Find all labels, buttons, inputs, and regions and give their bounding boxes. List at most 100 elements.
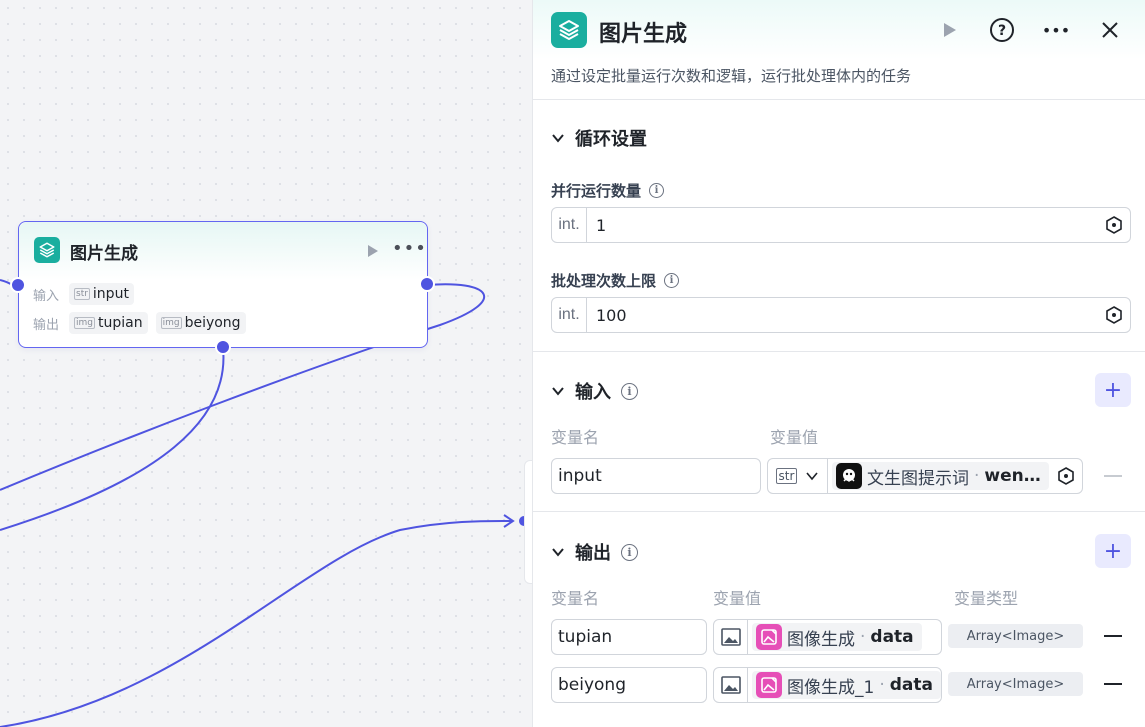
output-col-value: 变量值 [713, 589, 762, 608]
stepper-icon[interactable] [1056, 466, 1076, 486]
output-var-name: beiyong [184, 315, 241, 331]
next-node-edge[interactable] [524, 460, 532, 584]
plus-icon: + [1103, 377, 1123, 403]
batch-node-card[interactable]: 图片生成 ••• 输入 str input 输出 img tupian img … [18, 221, 428, 348]
robot-icon [836, 463, 862, 489]
remove-input-button[interactable] [1104, 475, 1122, 477]
output-type-badge: Array<Image> [948, 624, 1083, 648]
connection-edges [0, 279, 529, 727]
int-type-prefix: int. [552, 298, 587, 332]
input-var-name-field[interactable]: input [551, 458, 761, 494]
batch-limit-text: 批处理次数上限 [551, 272, 657, 290]
info-icon[interactable]: i [664, 273, 680, 288]
node-output-port[interactable] [419, 276, 435, 292]
batch-limit-value[interactable]: 100 [596, 306, 627, 325]
panel-title: 图片生成 [599, 22, 688, 47]
output-type-badge: Array<Image> [948, 672, 1083, 696]
output-section-header[interactable]: 输出 i [551, 539, 638, 565]
chevron-down-icon [806, 472, 819, 481]
ref-source: 文生图提示词 [867, 468, 969, 489]
input-var-chip: str input [69, 283, 134, 305]
output-var-value-field[interactable]: 图像生成 · data [713, 619, 942, 655]
chevron-down-icon [552, 134, 564, 143]
variable-reference-chip[interactable]: 图像生成_1 · data [752, 671, 941, 699]
parallel-count-text: 并行运行数量 [551, 182, 642, 200]
info-icon[interactable]: i [621, 382, 638, 400]
ref-field: data [870, 627, 914, 647]
edge-bottom-port [0, 347, 225, 531]
node-input-row: 输入 str input [33, 283, 134, 305]
chevron-down-icon [552, 387, 564, 396]
image-icon [714, 668, 748, 702]
plus-icon: + [1103, 538, 1123, 564]
node-output-row: 输出 img tupian img beiyong [33, 312, 246, 334]
output-var-chip: img beiyong [155, 312, 246, 334]
section-divider [533, 351, 1145, 352]
close-icon[interactable] [1097, 17, 1123, 43]
stepper-icon[interactable] [1104, 305, 1124, 325]
image-type-icon: img [74, 317, 95, 329]
node-title: 图片生成 [70, 244, 138, 264]
chevron-down-icon [552, 548, 564, 557]
batch-limit-input[interactable]: int. 100 [551, 297, 1131, 333]
ref-separator: · [860, 627, 866, 647]
output-var-value-field[interactable]: 图像生成_1 · data [713, 667, 942, 703]
info-icon[interactable]: i [649, 183, 665, 198]
str-type-icon: str [775, 468, 798, 484]
play-icon[interactable] [363, 242, 381, 260]
input-section-title: 输入 [575, 382, 611, 403]
output-var-name-field[interactable]: beiyong [551, 667, 707, 703]
type-selector[interactable]: str [768, 459, 828, 493]
loop-section-title: 循环设置 [575, 129, 647, 150]
ref-separator: · [974, 466, 980, 486]
variable-reference-chip[interactable]: 文生图提示词 · wen… [832, 462, 1049, 490]
int-type-prefix: int. [552, 208, 587, 242]
ref-source: 图像生成 [787, 629, 855, 650]
edge-to-next-node [0, 519, 513, 727]
input-col-value: 变量值 [770, 428, 819, 447]
ref-field: wen… [984, 466, 1041, 486]
panel-header: 图片生成 ? ••• 通过设定批量运行次数和逻辑，运行批处理体内的任务 [533, 0, 1145, 100]
parallel-count-input[interactable]: int. 1 [551, 207, 1131, 243]
stepper-icon[interactable] [1104, 215, 1124, 235]
section-divider [533, 511, 1145, 512]
input-col-name: 变量名 [551, 428, 600, 447]
info-icon[interactable]: i [621, 543, 638, 561]
help-icon[interactable]: ? [989, 17, 1015, 43]
add-output-button[interactable]: + [1095, 534, 1131, 568]
remove-output-button[interactable] [1104, 683, 1122, 685]
output-col-name: 变量名 [551, 589, 600, 608]
node-input-port[interactable] [10, 277, 26, 293]
ref-field: data [889, 675, 933, 695]
add-input-button[interactable]: + [1095, 373, 1131, 407]
parallel-count-value[interactable]: 1 [596, 216, 606, 235]
node-batch-port[interactable] [215, 339, 231, 355]
ref-source: 图像生成_1 [787, 677, 875, 698]
more-icon[interactable]: ••• [392, 240, 427, 258]
more-icon[interactable]: ••• [1042, 17, 1070, 43]
variable-reference-chip[interactable]: 图像生成 · data [752, 623, 922, 651]
remove-output-button[interactable] [1104, 635, 1122, 637]
input-var-value-field[interactable]: str 文生图提示词 · wen… [767, 458, 1083, 494]
image-type-icon: img [160, 317, 182, 329]
node-header: 图片生成 ••• [19, 222, 427, 280]
parallel-count-label: 并行运行数量 i [551, 180, 665, 201]
layers-icon [551, 12, 587, 48]
image-gen-icon [756, 624, 782, 650]
input-label: 输入 [33, 288, 60, 304]
output-var-name: tupian [97, 315, 143, 331]
node-config-panel: 图片生成 ? ••• 通过设定批量运行次数和逻辑，运行批处理体内的任务 循环设置… [532, 0, 1145, 727]
output-col-type: 变量类型 [954, 589, 1019, 608]
ref-separator: · [879, 675, 885, 695]
play-icon[interactable] [936, 17, 962, 43]
output-var-name-field[interactable]: tupian [551, 619, 707, 655]
batch-limit-label: 批处理次数上限 i [551, 270, 680, 291]
output-var-chip: img tupian [69, 312, 148, 334]
workflow-canvas[interactable]: 图片生成 ••• 输入 str input 输出 img tupian img … [0, 0, 532, 727]
output-label: 输出 [33, 317, 60, 333]
loop-section-header[interactable]: 循环设置 [551, 125, 647, 151]
input-section-header[interactable]: 输入 i [551, 378, 638, 404]
image-gen-icon [756, 672, 782, 698]
panel-description: 通过设定批量运行次数和逻辑，运行批处理体内的任务 [551, 67, 912, 85]
output-section-title: 输出 [575, 543, 611, 564]
